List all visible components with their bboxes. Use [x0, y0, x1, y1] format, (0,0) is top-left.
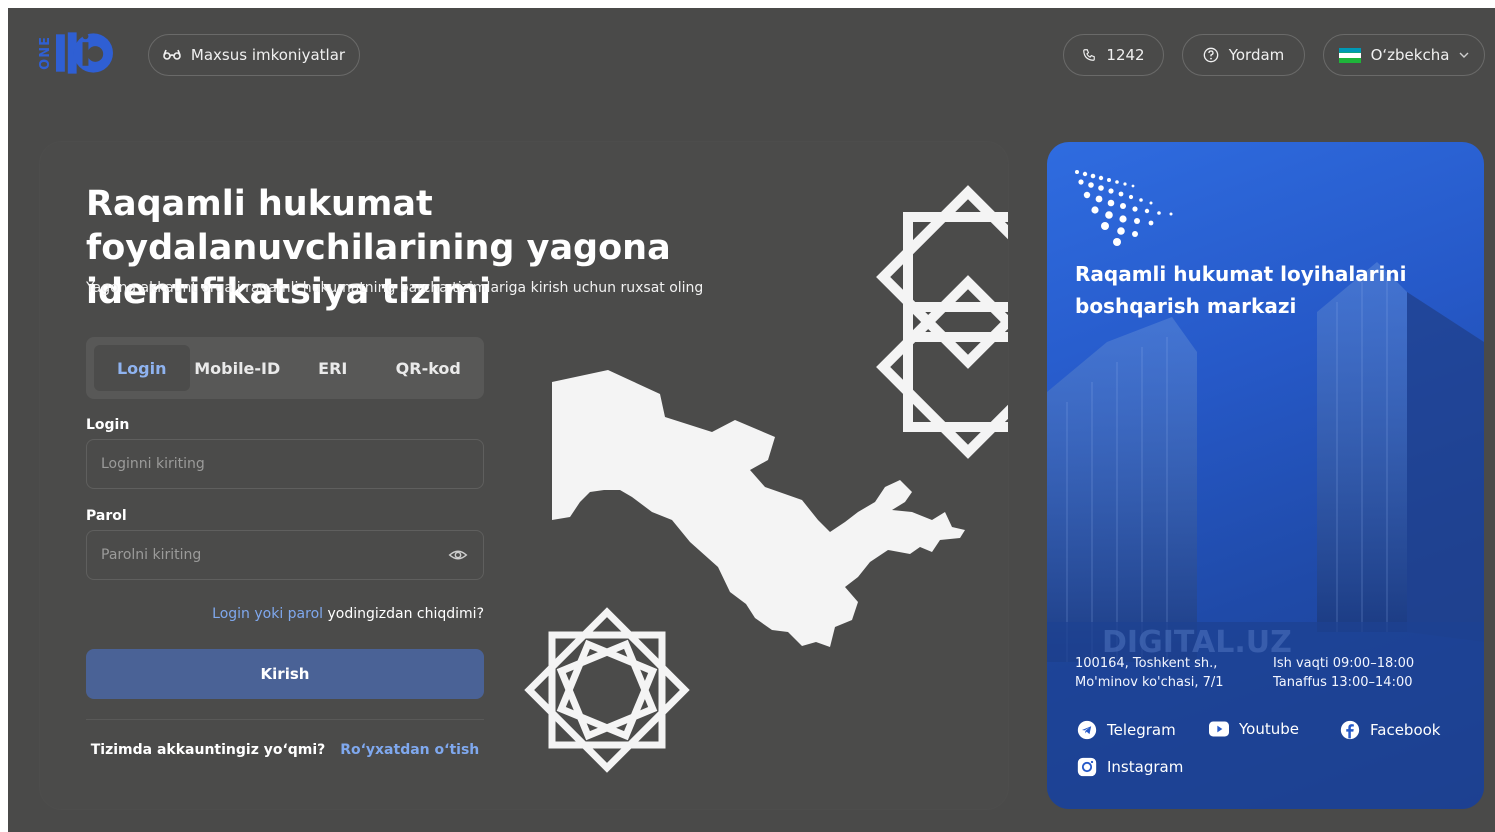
register-row: Tizimda akkauntingiz yo‘qmi? Ro‘yxatdan … — [86, 742, 484, 758]
language-label: O‘zbekcha — [1370, 46, 1450, 64]
facebook-icon — [1340, 720, 1360, 740]
info-panel: DIGITAL.UZ Raqamli hukumat loyihalarini … — [1047, 142, 1484, 809]
page: ONE Maxsus imkoniyatlar 1242 Yordam O‘zb… — [8, 8, 1495, 832]
divider — [86, 719, 484, 720]
instagram-icon — [1077, 757, 1097, 777]
dots-logo-icon — [1075, 170, 1173, 246]
logo-id-mark — [56, 32, 113, 74]
tab-login[interactable]: Login — [94, 345, 190, 391]
facebook-label: Facebook — [1370, 721, 1441, 739]
youtube-icon — [1209, 721, 1229, 737]
uzbekistan-flag-icon — [1338, 47, 1361, 63]
telegram-icon — [1077, 720, 1097, 740]
oneid-logo[interactable]: ONE — [38, 28, 113, 78]
address-line-2: Mo'minov ko'chasi, 7/1 — [1075, 675, 1224, 690]
help-icon — [1203, 47, 1219, 63]
address-line-1: 100164, Toshkent sh., — [1075, 656, 1218, 671]
login-card: Raqamli hukumat foydalanuvchilarining ya… — [40, 142, 1008, 809]
forgot-password-text: yodingizdan chiqdimi? — [327, 606, 485, 622]
hours-line-2: Tanaffus 13:00–14:00 — [1273, 675, 1413, 690]
chevron-down-icon — [1459, 52, 1469, 58]
phone-icon — [1083, 49, 1096, 61]
social-instagram[interactable]: Instagram — [1077, 757, 1183, 777]
forgot-password: Login yoki parol yodingizdan chiqdimi? — [212, 606, 484, 622]
accessibility-label: Maxsus imkoniyatlar — [190, 46, 346, 64]
accessibility-button[interactable]: Maxsus imkoniyatlar — [148, 34, 360, 76]
instagram-label: Instagram — [1107, 758, 1184, 776]
register-question: Tizimda akkauntingiz yo‘qmi? — [90, 742, 326, 758]
language-select[interactable]: O‘zbekcha — [1323, 34, 1485, 76]
page-subtitle: Yagona akkaunt orqali raqamli hukumatnin… — [86, 280, 704, 296]
password-label: Parol — [86, 508, 127, 524]
working-hours: Ish vaqti 09:00–18:00 Tanaffus 13:00–14:… — [1273, 654, 1414, 692]
forgot-password-link[interactable]: Login yoki parol — [212, 606, 323, 622]
eye-icon[interactable] — [448, 545, 468, 565]
hours-line-1: Ish vaqti 09:00–18:00 — [1273, 656, 1415, 671]
register-link[interactable]: Ro‘yxatdan o‘tish — [340, 742, 479, 758]
ornament-star-bottom-illustration — [524, 607, 690, 773]
address: 100164, Toshkent sh., Mo'minov ko'chasi,… — [1075, 654, 1224, 692]
panel-title: Raqamli hukumat loyihalarini boshqarish … — [1075, 262, 1407, 318]
glasses-icon — [163, 49, 181, 60]
login-input[interactable] — [86, 439, 484, 489]
social-youtube[interactable]: Youtube — [1209, 720, 1299, 738]
logo-one-text: ONE — [38, 36, 53, 70]
tab-eri[interactable]: ERI — [285, 345, 381, 391]
social-facebook[interactable]: Facebook — [1340, 720, 1440, 740]
telegram-label: Telegram — [1107, 721, 1176, 739]
help-button[interactable]: Yordam — [1182, 34, 1305, 76]
login-method-tabs: Login Mobile-ID ERI QR-kod — [86, 337, 484, 399]
help-label: Yordam — [1228, 46, 1285, 64]
tab-mobile-id[interactable]: Mobile-ID — [190, 345, 286, 391]
youtube-label: Youtube — [1239, 720, 1299, 738]
ornament-star-right-illustration — [876, 185, 1008, 459]
password-input[interactable] — [86, 530, 484, 580]
phone-label: 1242 — [1106, 46, 1145, 64]
social-telegram[interactable]: Telegram — [1077, 720, 1176, 740]
phone-button[interactable]: 1242 — [1063, 34, 1164, 76]
submit-button[interactable]: Kirish — [86, 649, 484, 699]
tab-qr-kod[interactable]: QR-kod — [381, 345, 477, 391]
login-label: Login — [86, 417, 130, 433]
